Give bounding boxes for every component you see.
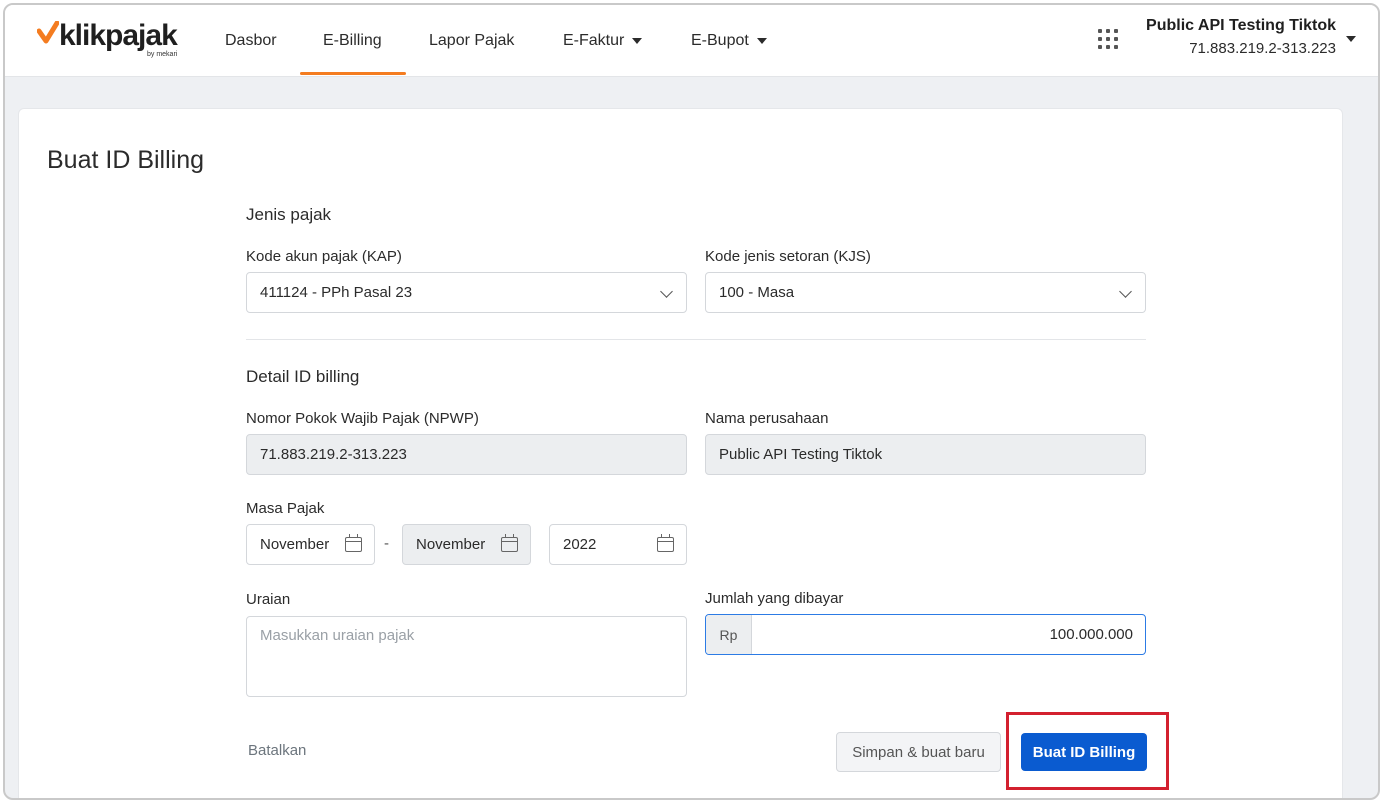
- chevron-down-icon: [660, 285, 673, 298]
- masa-start-picker[interactable]: November: [246, 524, 375, 565]
- calendar-icon: [501, 534, 518, 552]
- caret-down-icon: [632, 38, 643, 44]
- tahun-picker[interactable]: 2022: [549, 524, 687, 565]
- logo-wordmark: klikpajak: [59, 19, 178, 52]
- nav-active-indicator: [300, 72, 406, 75]
- npwp-field: 71.883.219.2-313.223: [246, 434, 687, 475]
- page-title: Buat ID Billing: [47, 146, 205, 174]
- kap-value: 411124 - PPh Pasal 23: [260, 284, 413, 301]
- klikpajak-logo[interactable]: klikpajak by mekari: [37, 19, 197, 59]
- masa-separator: -: [384, 535, 389, 552]
- masa-end-picker: November: [402, 524, 531, 565]
- top-navbar: klikpajak by mekari Dasbor E-Billing Lap…: [5, 5, 1378, 77]
- account-caret-down-icon[interactable]: [1346, 36, 1356, 42]
- section-divider: [246, 339, 1146, 340]
- kap-label: Kode akun pajak (KAP): [246, 248, 402, 265]
- app-window: klikpajak by mekari Dasbor E-Billing Lap…: [3, 3, 1380, 800]
- nav-dasbor-label: Dasbor: [225, 32, 277, 49]
- kap-select[interactable]: 411124 - PPh Pasal 23: [246, 272, 687, 313]
- billing-form-card: Buat ID Billing Jenis pajak Kode akun pa…: [18, 108, 1343, 798]
- calendar-icon: [345, 534, 362, 552]
- company-value: Public API Testing Tiktok: [719, 446, 883, 463]
- section-jenis-pajak: Jenis pajak: [246, 205, 332, 224]
- tahun-value: 2022: [563, 536, 597, 553]
- account-name: Public API Testing Tiktok: [1146, 17, 1336, 34]
- npwp-label: Nomor Pokok Wajib Pajak (NPWP): [246, 410, 479, 427]
- apps-grid-icon[interactable]: [1098, 29, 1118, 49]
- highlight-box: [1006, 712, 1169, 790]
- account-npwp: 71.883.219.2-313.223: [1189, 40, 1336, 57]
- calendar-icon: [657, 534, 674, 552]
- masa-start-value: November: [260, 536, 330, 553]
- nav-lapor-pajak-label: Lapor Pajak: [429, 32, 515, 49]
- jumlah-label: Jumlah yang dibayar: [705, 590, 844, 607]
- kjs-value: 100 - Masa: [719, 284, 795, 301]
- nav-dasbor[interactable]: Dasbor: [225, 5, 277, 77]
- kjs-select[interactable]: 100 - Masa: [705, 272, 1146, 313]
- company-label: Nama perusahaan: [705, 410, 829, 427]
- account-switcher[interactable]: Public API Testing Tiktok 71.883.219.2-3…: [1146, 17, 1336, 57]
- chevron-down-icon: [1119, 285, 1132, 298]
- caret-down-icon: [756, 38, 767, 44]
- nav-e-faktur[interactable]: E-Faktur: [563, 5, 643, 77]
- npwp-value: 71.883.219.2-313.223: [260, 446, 407, 463]
- nav-e-bupot-label: E-Bupot: [691, 32, 749, 49]
- company-field: Public API Testing Tiktok: [705, 434, 1146, 475]
- uraian-placeholder: Masukkan uraian pajak: [260, 627, 415, 644]
- section-detail-billing: Detail ID billing: [246, 367, 360, 386]
- nav-e-billing-label: E-Billing: [323, 32, 382, 49]
- jumlah-input[interactable]: Rp 100.000.000: [705, 614, 1146, 655]
- masa-pajak-label: Masa Pajak: [246, 500, 325, 517]
- jumlah-value[interactable]: 100.000.000: [752, 615, 1145, 654]
- uraian-label: Uraian: [246, 591, 291, 608]
- nav-lapor-pajak[interactable]: Lapor Pajak: [429, 5, 514, 77]
- cancel-button[interactable]: Batalkan: [248, 742, 306, 759]
- logo-subtext: by mekari: [147, 51, 178, 58]
- nav-e-bupot[interactable]: E-Bupot: [691, 5, 767, 77]
- currency-prefix: Rp: [706, 615, 752, 654]
- nav-e-faktur-label: E-Faktur: [563, 32, 625, 49]
- masa-end-value: November: [416, 536, 486, 553]
- nav-e-billing[interactable]: E-Billing: [323, 5, 382, 77]
- kjs-label: Kode jenis setoran (KJS): [705, 248, 871, 265]
- checkmark-logo-icon: [37, 21, 59, 44]
- save-and-new-button[interactable]: Simpan & buat baru: [836, 732, 1001, 772]
- uraian-textarea[interactable]: Masukkan uraian pajak: [246, 616, 687, 697]
